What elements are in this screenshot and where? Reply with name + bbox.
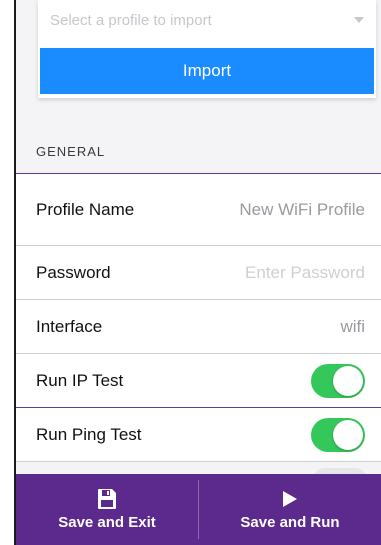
profile-name-label: Profile Name (36, 199, 135, 219)
run-ip-test-toggle[interactable] (311, 363, 365, 398)
interface-row[interactable]: Interface wifi (16, 300, 381, 354)
bottom-action-bar: Save and Exit Save and Run (16, 474, 381, 545)
chevron-down-icon (354, 17, 364, 23)
save-and-exit-label: Save and Exit (58, 514, 156, 531)
save-and-run-button[interactable]: Save and Run (199, 474, 381, 545)
interface-value[interactable]: wifi (340, 317, 365, 337)
profile-select[interactable]: Select a profile to import (50, 8, 366, 32)
section-header-general: GENERAL (16, 130, 381, 174)
profile-name-row[interactable]: Profile Name New WiFi Profile (16, 174, 381, 246)
import-button[interactable]: Import (40, 48, 374, 94)
general-settings-list: Profile Name New WiFi Profile Password E… (16, 174, 381, 462)
run-ping-test-row: Run Ping Test (16, 408, 381, 462)
play-icon (282, 488, 298, 510)
toggle-knob (333, 365, 363, 396)
run-ip-test-row: Run IP Test (16, 354, 381, 408)
app-screen: Select a profile to import Import GENERA… (14, 0, 381, 545)
save-and-exit-button[interactable]: Save and Exit (16, 474, 198, 545)
toggle-knob (333, 419, 363, 450)
password-input[interactable]: Enter Password (245, 263, 365, 283)
run-ip-test-label: Run IP Test (36, 370, 124, 390)
run-ping-test-label: Run Ping Test (36, 424, 142, 444)
run-ping-test-toggle[interactable] (311, 417, 365, 452)
import-card: Select a profile to import Import (38, 0, 376, 98)
save-and-run-label: Save and Run (240, 514, 340, 531)
profile-name-value[interactable]: New WiFi Profile (239, 200, 365, 220)
save-icon (97, 488, 117, 510)
interface-label: Interface (36, 316, 103, 336)
password-label: Password (36, 262, 111, 282)
profile-select-placeholder: Select a profile to import (50, 11, 212, 29)
password-row[interactable]: Password Enter Password (16, 246, 381, 300)
